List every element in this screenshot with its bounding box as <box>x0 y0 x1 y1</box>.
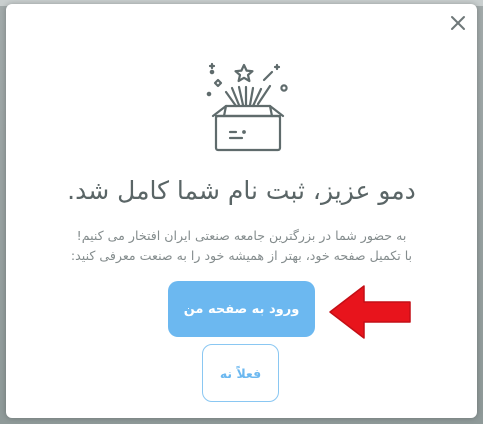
modal-title: دمو عزیز، ثبت نام شما کامل شد. <box>67 176 416 205</box>
enter-my-page-button[interactable]: ورود به صفحه من <box>168 281 315 337</box>
close-icon <box>451 16 465 30</box>
red-arrow-icon <box>329 285 411 339</box>
description-line-2: با تکمیل صفحه خود، بهتر از همیشه خود را … <box>70 248 413 263</box>
registration-complete-modal: دمو عزیز، ثبت نام شما کامل شد. به حضور ش… <box>6 4 477 418</box>
gift-box-fireworks-icon <box>206 62 288 152</box>
modal-description: به حضور شما در بزرگترین جامعه صنعتی ایرا… <box>20 226 463 266</box>
description-line-1: به حضور شما در بزرگترین جامعه صنعتی ایرا… <box>76 228 407 243</box>
not-now-button[interactable]: فعلاً نه <box>202 344 279 402</box>
close-button[interactable] <box>447 12 469 34</box>
